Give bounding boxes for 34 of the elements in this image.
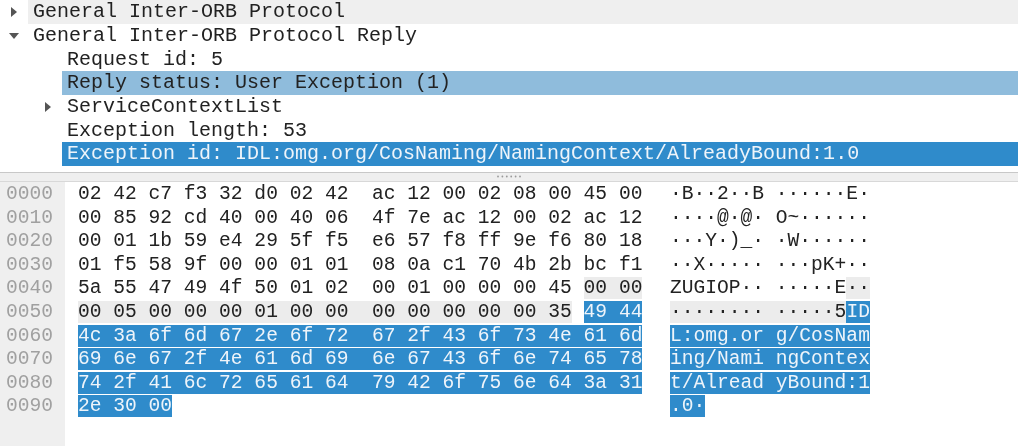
offset-label: 0040	[5, 277, 55, 301]
hex-bytes[interactable]: 02 42 c7 f3 32 d0 02 42 ac 12 00 02 08 00 45 00	[78, 183, 643, 205]
hex-bytes[interactable]: 5a 55 47 49 4f 50 01 02 00 01 00 00 00 45	[78, 277, 572, 300]
tree-item[interactable]: Reply status: User Exception (1)	[62, 71, 1018, 95]
hex-bytes[interactable]: 00 00	[583, 277, 643, 300]
offset-label: 0010	[5, 206, 55, 231]
ascii-text[interactable]: ········ ·····5	[670, 300, 847, 323]
collapse-arrow-icon[interactable]	[8, 31, 20, 40]
tree-item[interactable]: ServiceContextList	[62, 94, 1018, 119]
offset-label: 0050	[5, 300, 55, 325]
offset-label: 0020	[5, 230, 55, 254]
offset-label: 0060	[5, 324, 55, 349]
offset-label: 0090	[5, 395, 55, 419]
ascii-text[interactable]: ZUGIOP·· ·····E	[670, 277, 847, 300]
hex-bytes[interactable]: 00 05 00 00 00 01 00 00 00 00 00 00 00 35	[78, 300, 572, 323]
offset-label: 0070	[5, 348, 55, 372]
ascii-text[interactable]: ··X····· ···pK+··	[670, 253, 870, 276]
offset-label: 0030	[5, 253, 55, 278]
tree-item[interactable]: Exception length: 53	[62, 118, 1018, 143]
expand-arrow-icon[interactable]	[10, 5, 18, 18]
tree-item[interactable]: General Inter-ORB Protocol	[28, 0, 1018, 24]
ascii-text[interactable]: ···Y·)_· ·W······	[670, 230, 870, 253]
ascii-text[interactable]: ·B··2··B ······E·	[670, 183, 870, 205]
hex-bytes[interactable]: 00 85 92 cd 40 00 40 06 4f 7e ac 12 00 02 ac 12	[78, 206, 643, 229]
ascii-text[interactable]: ····@·@· O~······	[670, 206, 870, 229]
expand-arrow-icon[interactable]	[44, 100, 52, 113]
tree-item[interactable]: Request id: 5	[62, 47, 1018, 72]
ascii-text[interactable]: ··	[846, 277, 870, 300]
hex-bytes[interactable]: 00 01 1b 59 e4 29 5f f5 e6 57 f8 ff 9e f6 80 18	[78, 230, 643, 253]
offset-label: 0000	[5, 183, 55, 207]
hex-bytes[interactable]: 01 f5 58 9f 00 00 01 01 08 0a c1 70 4b 2b bc f1	[78, 253, 643, 276]
splitter-handle[interactable]	[496, 175, 522, 178]
offset-label: 0080	[5, 371, 55, 396]
tree-item[interactable]: General Inter-ORB Protocol Reply	[28, 23, 1018, 48]
